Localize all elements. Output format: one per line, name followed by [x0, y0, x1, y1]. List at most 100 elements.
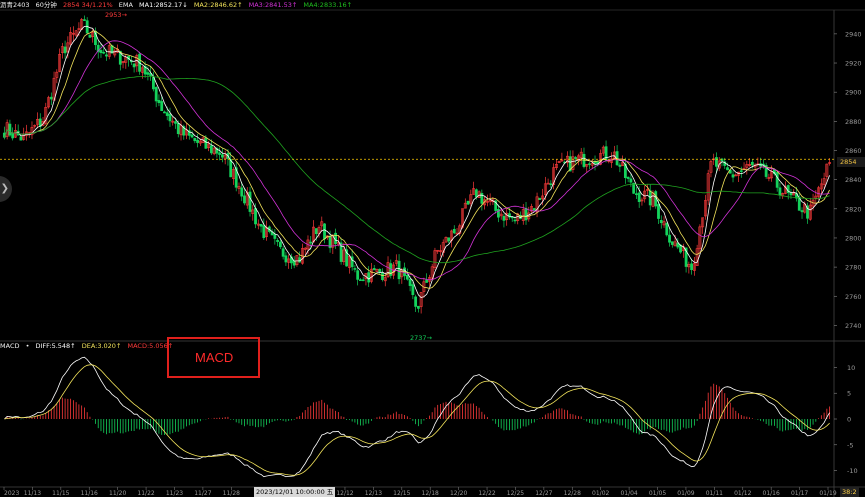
time-tick-label: 11/28: [223, 490, 240, 497]
macd-dea: DEA:3.020↑: [81, 342, 122, 350]
candle-body: [381, 272, 384, 280]
time-tick-label: 2023: [4, 490, 19, 497]
candle-body: [298, 257, 302, 263]
candle-body: [726, 167, 729, 171]
candle-body: [549, 183, 553, 186]
candle-body: [367, 272, 371, 283]
candle-body: [240, 187, 244, 197]
candle-body: [160, 101, 164, 112]
price-tick-label: 2740: [845, 322, 862, 330]
candle-body: [513, 219, 517, 222]
candle-body: [502, 215, 506, 221]
candle-body: [408, 279, 412, 286]
candle-body: [361, 279, 365, 282]
candle-body: [276, 240, 280, 242]
candle-body: [193, 138, 197, 142]
candle-body: [668, 234, 671, 243]
candle-body: [629, 178, 633, 183]
last-price-badge: 2854: [837, 157, 865, 167]
time-tick-label: 01/11: [706, 490, 723, 497]
candle-body: [243, 195, 246, 204]
time-tick-label: 11/23: [166, 490, 183, 497]
candle-body: [670, 241, 674, 245]
macd-annotation-box: MACD: [167, 337, 260, 378]
price-tick-label: 2840: [845, 176, 862, 184]
time-tick-label: 12/27: [535, 490, 552, 497]
time-tick-label: 12/15: [393, 490, 410, 497]
candle-body: [800, 210, 804, 213]
candle-body: [259, 223, 263, 227]
candle-body: [229, 159, 233, 178]
time-tick-label: 01/16: [763, 490, 780, 497]
candle-body: [99, 50, 103, 54]
time-tick-label: 12/13: [365, 490, 382, 497]
candle-body: [618, 164, 622, 167]
candlestick-chart[interactable]: 2940 2920 2900 2880 2860 2840 2820 2800 2780 2760…: [0, 0, 865, 497]
time-tick-label: 12/22: [478, 490, 495, 497]
candle-body: [378, 268, 382, 273]
candle-body: [278, 241, 282, 248]
candle-body: [11, 133, 15, 139]
candle-body: [524, 207, 528, 221]
candle-body: [221, 154, 224, 158]
candle-body: [626, 176, 630, 179]
candle-body: [165, 112, 169, 116]
candle-body: [19, 136, 23, 141]
time-tick-label: 11/13: [24, 490, 41, 497]
macd-dot: •: [25, 342, 30, 350]
time-tick-label: 11/22: [137, 490, 154, 497]
candle-body: [452, 228, 456, 234]
time-tick-label: 01/19: [819, 490, 836, 497]
time-tick-label: 01/04: [620, 490, 637, 497]
price-tick-label: 2820: [845, 205, 862, 213]
ma-line-2: [4, 30, 830, 289]
price-tick-label: 2760: [845, 293, 862, 301]
candle-body: [168, 113, 172, 122]
time-tick-label: 01/17: [791, 490, 808, 497]
candle-body: [416, 305, 420, 309]
macd-tick-label: -5: [847, 441, 853, 449]
candle-body: [196, 139, 199, 143]
candle-body: [353, 268, 357, 270]
macd-tick-label: 10: [847, 364, 855, 372]
price-tick-label: 2780: [845, 264, 862, 272]
candle-body: [262, 225, 266, 238]
candle-body: [273, 234, 277, 239]
macd-name[interactable]: MACD: [0, 342, 19, 350]
candle-body: [648, 190, 652, 206]
candle-body: [105, 54, 108, 57]
candle-body: [372, 268, 376, 271]
candle-body: [632, 182, 636, 194]
time-tick-label: 12/25: [507, 490, 524, 497]
candle-body: [163, 111, 166, 114]
candle-body: [657, 204, 660, 219]
candle-body: [218, 152, 222, 155]
candle-body: [447, 237, 451, 242]
time-tick-label: 12/20: [450, 490, 467, 497]
candle-body: [405, 274, 409, 280]
time-tick-label: 12/12: [336, 490, 353, 497]
candle-body: [248, 191, 252, 212]
candle-body: [102, 51, 106, 54]
candle-body: [281, 248, 285, 257]
price-tick-label: 2920: [845, 60, 862, 68]
candle-body: [254, 208, 257, 225]
candle-body: [538, 197, 542, 200]
macd-diff: DIFF:5.548↑: [35, 342, 76, 350]
candle-body: [190, 134, 194, 138]
time-tick-label: 11/15: [52, 490, 69, 497]
macd-tick-label: -10: [847, 467, 858, 475]
candle-body: [49, 96, 53, 100]
candle-body: [204, 137, 208, 149]
candle-body: [88, 34, 92, 38]
macd-header: MACD • DIFF:5.548↑ DEA:3.020↑ MACD:5.056…: [0, 341, 177, 351]
candle-body: [411, 284, 415, 295]
candle-body: [146, 72, 150, 75]
candle-body: [532, 208, 536, 211]
time-tick-label: 11/27: [194, 490, 211, 497]
candle-body: [574, 157, 578, 159]
candle-body: [83, 19, 86, 21]
time-tick-label: 01/09: [677, 490, 694, 497]
candle-body: [659, 219, 663, 224]
time-tick-label: 11/20: [109, 490, 126, 497]
